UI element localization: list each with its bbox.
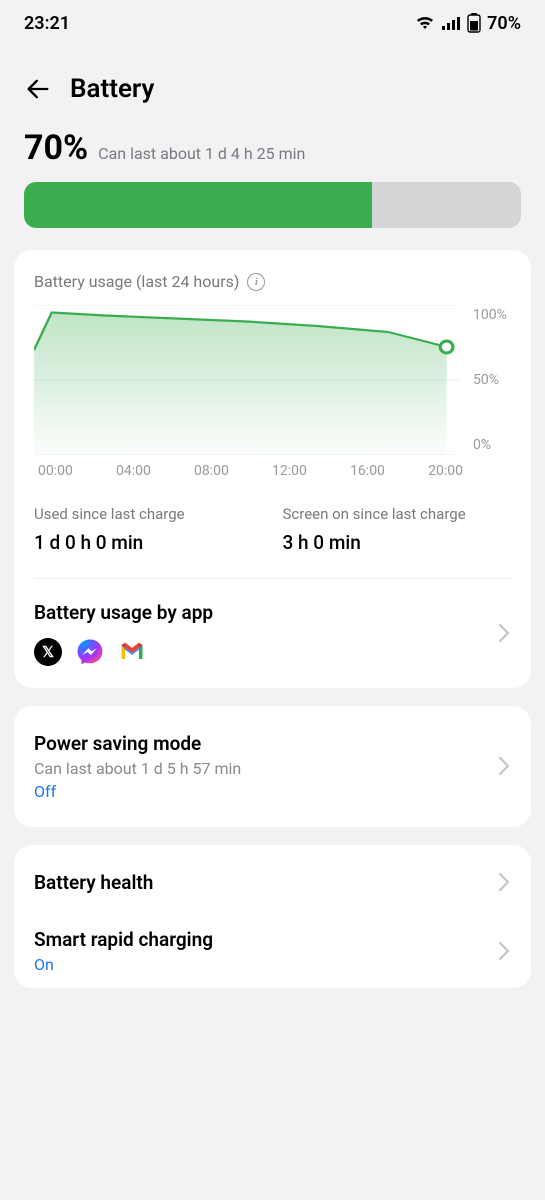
battery-percent: 70% xyxy=(24,128,88,168)
battery-health-row[interactable]: Battery health xyxy=(34,867,511,898)
x-tick: 16:00 xyxy=(350,463,385,479)
usage-card: Battery usage (last 24 hours) i 100% 50%… xyxy=(14,250,531,688)
battery-usage-by-app-row[interactable]: Battery usage by app 𝕏 xyxy=(34,579,511,666)
by-app-title: Battery usage by app xyxy=(34,601,213,624)
x-tick: 20:00 xyxy=(428,463,463,479)
battery-chart-svg xyxy=(34,305,459,455)
x-tick: 04:00 xyxy=(116,463,151,479)
x-tick: 00:00 xyxy=(38,463,73,479)
smart-rapid-status: On xyxy=(34,955,213,974)
chart-y-axis: 100% 50% 0% xyxy=(469,305,511,455)
battery-bar xyxy=(24,182,521,228)
chart-x-axis: 00:00 04:00 08:00 12:00 16:00 20:00 xyxy=(34,455,511,479)
wifi-icon xyxy=(415,15,435,31)
page-header: Battery xyxy=(0,46,545,128)
smart-rapid-title: Smart rapid charging xyxy=(34,928,213,951)
messenger-app-icon xyxy=(76,638,104,666)
bottom-card: Battery health Smart rapid charging On xyxy=(14,845,531,988)
battery-bar-fill xyxy=(24,182,372,228)
signal-icon xyxy=(441,15,461,31)
status-time: 23:21 xyxy=(24,13,70,34)
battery-chart[interactable]: 100% 50% 0% xyxy=(34,305,511,455)
usage-title: Battery usage (last 24 hours) xyxy=(34,272,239,291)
used-since-label: Used since last charge xyxy=(34,505,263,525)
chevron-right-icon xyxy=(497,871,511,893)
chevron-right-icon xyxy=(497,622,511,644)
y-tick: 50% xyxy=(473,372,511,388)
x-app-icon: 𝕏 xyxy=(34,638,62,666)
battery-health-title: Battery health xyxy=(34,871,153,894)
battery-summary: 70% Can last about 1 d 4 h 25 min xyxy=(0,128,545,250)
page-title: Battery xyxy=(70,74,154,104)
power-saving-card: Power saving mode Can last about 1 d 5 h… xyxy=(14,706,531,827)
power-saving-status: Off xyxy=(34,782,241,801)
power-saving-title: Power saving mode xyxy=(34,732,241,755)
battery-icon xyxy=(467,13,481,33)
y-tick: 100% xyxy=(473,307,511,323)
y-tick: 0% xyxy=(473,437,511,453)
power-saving-row[interactable]: Power saving mode Can last about 1 d 5 h… xyxy=(34,728,511,805)
status-bar: 23:21 70% xyxy=(0,0,545,46)
smart-rapid-row[interactable]: Smart rapid charging On xyxy=(34,924,511,978)
status-battery-pct: 70% xyxy=(487,13,521,34)
power-saving-sub: Can last about 1 d 5 h 57 min xyxy=(34,759,241,778)
used-since-value: 1 d 0 h 0 min xyxy=(34,531,263,554)
chevron-right-icon xyxy=(497,940,511,962)
screen-on-label: Screen on since last charge xyxy=(283,505,512,525)
x-tick: 08:00 xyxy=(194,463,229,479)
chevron-right-icon xyxy=(497,755,511,777)
info-icon[interactable]: i xyxy=(247,273,265,291)
gmail-app-icon xyxy=(118,638,146,666)
screen-on-value: 3 h 0 min xyxy=(283,531,512,554)
battery-estimate: Can last about 1 d 4 h 25 min xyxy=(98,144,305,163)
back-icon[interactable] xyxy=(24,75,52,103)
x-tick: 12:00 xyxy=(272,463,307,479)
